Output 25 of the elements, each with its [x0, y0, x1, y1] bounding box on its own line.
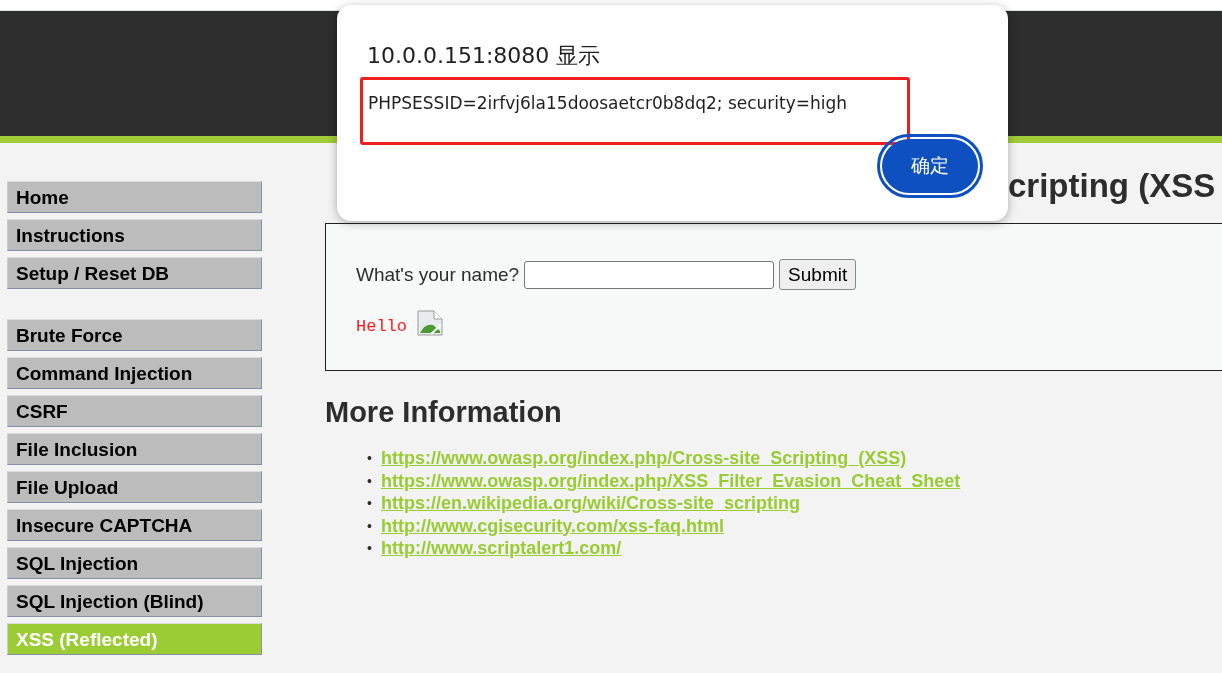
dialog-title: 10.0.0.151:8080 显示	[366, 42, 602, 70]
broken-image-icon	[417, 310, 443, 336]
bullet: •	[367, 539, 372, 558]
sidebar-item[interactable]: SQL Injection	[7, 547, 262, 579]
sidebar-item[interactable]: Setup / Reset DB	[7, 257, 262, 289]
output-text: Hello	[356, 317, 407, 336]
bullet: •	[367, 516, 372, 536]
sidebar-item[interactable]: File Upload	[7, 471, 262, 503]
name-label: What's your name?	[356, 263, 520, 286]
sidebar-item[interactable]: Command Injection	[7, 357, 262, 389]
sidebar-item[interactable]: Home	[7, 181, 262, 213]
page-heading: cripting (XSS	[1008, 166, 1216, 206]
sidebar-item[interactable]: CSRF	[7, 395, 262, 427]
sidebar-item[interactable]: Insecure CAPTCHA	[7, 509, 262, 541]
sidebar-item[interactable]: Instructions	[7, 219, 262, 251]
submit-button[interactable]: Submit	[779, 259, 857, 290]
sidebar-item[interactable]: File Inclusion	[7, 433, 262, 465]
bullet: •	[367, 449, 372, 468]
bullet: •	[367, 471, 372, 491]
bullet: •	[367, 494, 372, 513]
sidebar-item[interactable]: Brute Force	[7, 319, 262, 351]
section-heading: More Information	[325, 396, 563, 429]
dialog-message: PHPSESSID=2irfvj6la15doosaetcr0b8dq2; security=high	[368, 93, 848, 113]
name-input[interactable]	[524, 260, 775, 289]
sidebar-item[interactable]: SQL Injection (Blind)	[7, 585, 262, 617]
